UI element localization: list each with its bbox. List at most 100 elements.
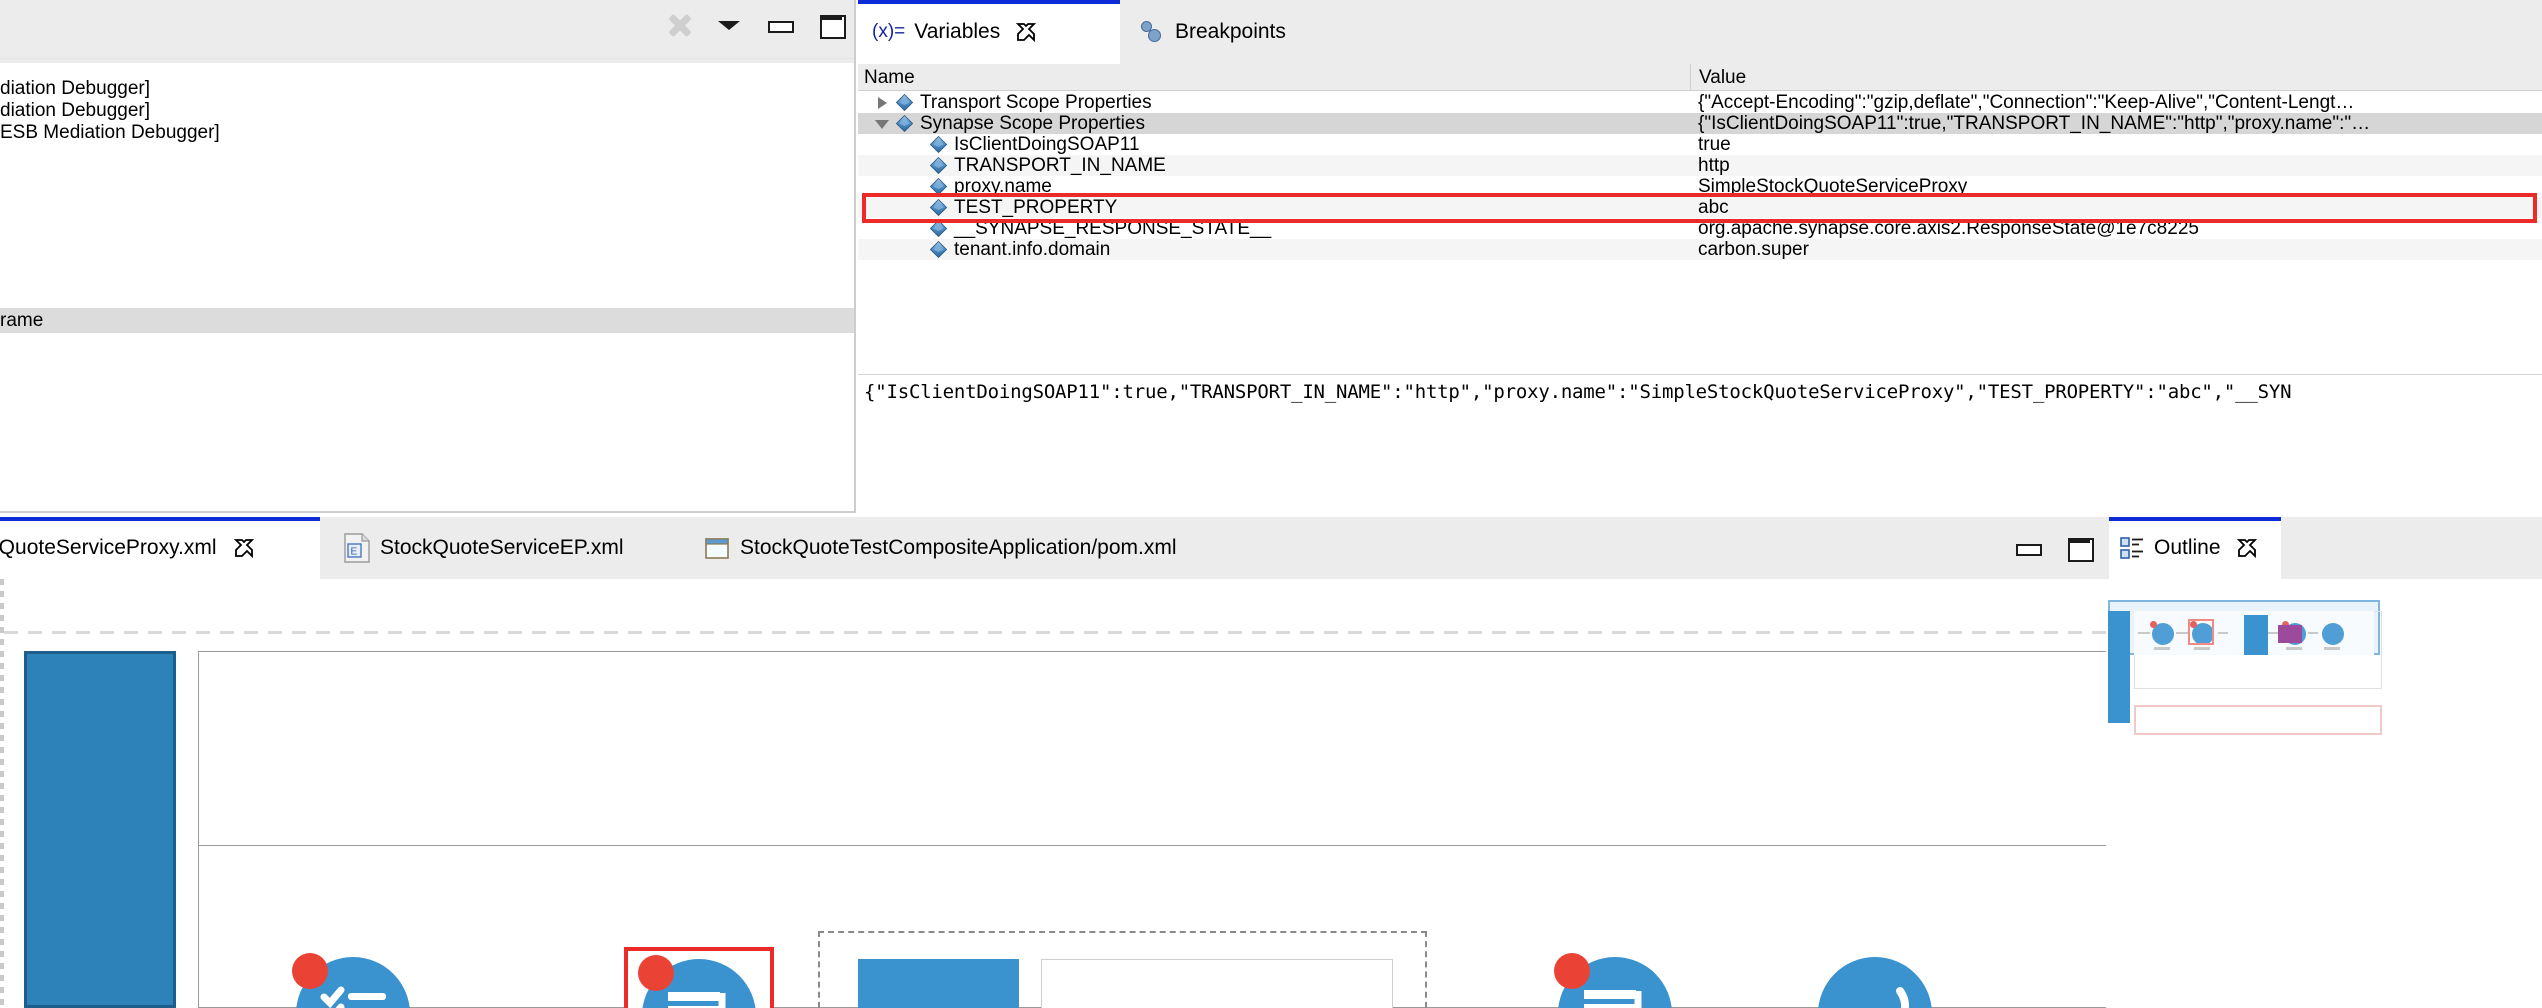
outline-call-block — [2244, 615, 2268, 655]
sequence-frame-divider — [198, 845, 2106, 846]
mediator-respond[interactable]: Respond respond back — [1800, 957, 1950, 1008]
variables-tabbar: (x)= Variables Breakpoints — [858, 0, 2542, 64]
variables-icon: (x)= — [872, 21, 906, 42]
outline-icon — [2119, 535, 2145, 561]
variable-value-cell[interactable]: {"Accept-Encoding":"gzip,deflate","Conne… — [1690, 92, 2542, 113]
chevron-right-icon[interactable] — [872, 92, 896, 113]
console-body[interactable]: diation Debugger] diation Debugger] ESB … — [0, 63, 856, 513]
variable-value-cell[interactable]: true — [1690, 134, 2542, 155]
table-row[interactable]: __SYNAPSE_RESPONSE_STATE__ org.apache.syn… — [858, 218, 2542, 239]
table-row[interactable]: TRANSPORT_IN_NAME http — [858, 155, 2542, 176]
variable-detail-text: {"IsClientDoingSOAP11":true,"TRANSPORT_I… — [864, 381, 2292, 403]
variable-gem-icon — [930, 220, 947, 237]
variable-detail-pane[interactable]: {"IsClientDoingSOAP11":true,"TRANSPORT_I… — [858, 374, 2542, 513]
table-row[interactable]: tenant.info.domain carbon.super — [858, 239, 2542, 260]
variable-name-cell[interactable]: tenant.info.domain — [858, 239, 1690, 260]
outline-view: Outline — [2106, 517, 2542, 1008]
tab-breakpoints-label: Breakpoints — [1175, 20, 1286, 43]
variable-value-cell[interactable]: http — [1690, 155, 2542, 176]
pom-file-icon — [704, 535, 730, 561]
outline-thumbnail[interactable] — [2106, 579, 2542, 1008]
variable-name-cell[interactable]: __SYNAPSE_RESPONSE_STATE__ — [858, 218, 1690, 239]
variable-value-cell[interactable]: SimpleStockQuoteServiceProxy — [1690, 176, 2542, 197]
column-header-value[interactable]: Value — [1690, 64, 2542, 91]
outline-tabbar: Outline — [2106, 517, 2542, 579]
divider — [854, 0, 856, 513]
console-line: diation Debugger] — [0, 78, 150, 99]
variable-value-cell[interactable]: org.apache.synapse.core.axis2.ResponseSt… — [1690, 218, 2542, 239]
editor-tab-proxy-label: ockQuoteServiceProxy.xml — [0, 536, 217, 559]
close-icon[interactable] — [233, 537, 255, 559]
editor-tab-proxy[interactable]: ockQuoteServiceProxy.xml — [0, 517, 320, 579]
variable-name-label: Synapse Scope Properties — [920, 113, 1145, 134]
variable-value-cell[interactable]: carbon.super — [1690, 239, 2542, 260]
variables-view: (x)= Variables Breakpoints Name Value Tr… — [858, 0, 2542, 513]
variable-name-cell[interactable]: Synapse Scope Properties — [858, 113, 1690, 134]
named-endpoint-box[interactable]: Named — [1041, 959, 1393, 1008]
console-line: ESB Mediation Debugger] — [0, 122, 220, 143]
close-icon[interactable] — [2236, 537, 2258, 559]
variable-name-cell[interactable]: Transport Scope Properties — [858, 92, 1690, 113]
breakpoint-icon[interactable] — [638, 955, 674, 991]
console-line: diation Debugger] — [0, 100, 150, 121]
tab-variables[interactable]: (x)= Variables — [858, 0, 1120, 64]
mediator-log-response[interactable]: Log log response — [1540, 953, 1690, 1008]
variable-name-cell[interactable]: TRANSPORT_IN_NAME — [858, 155, 1690, 176]
top-region: diation Debugger] diation Debugger] ESB … — [0, 0, 2542, 513]
disconnect-icon[interactable] — [664, 10, 694, 40]
maximize-icon[interactable] — [2064, 533, 2094, 563]
log-icon — [638, 955, 756, 1008]
variable-name-cell[interactable]: IsClientDoingSOAP11 — [858, 134, 1690, 155]
variable-name-cell[interactable]: TEST_PROPERTY — [858, 197, 1690, 218]
editor-tab-endpoint-label: StockQuoteServiceEP.xml — [380, 536, 624, 559]
breakpoint-icon[interactable] — [1554, 953, 1590, 989]
divider — [0, 58, 856, 59]
variable-value-cell[interactable]: {"IsClientDoingSOAP11":true,"TRANSPORT_I… — [1690, 113, 2542, 134]
console-view: diation Debugger] diation Debugger] ESB … — [0, 0, 856, 513]
minimize-icon[interactable] — [764, 10, 794, 40]
table-row[interactable]: IsClientDoingSOAP11 true — [858, 134, 2542, 155]
tab-outline-label: Outline — [2154, 536, 2221, 559]
chevron-down-icon[interactable] — [872, 113, 896, 134]
table-header: Name Value — [858, 64, 2542, 91]
editor-tab-pom[interactable]: StockQuoteTestCompositeApplication/pom.x… — [690, 517, 1250, 579]
tab-breakpoints[interactable]: Breakpoints — [1126, 0, 1376, 64]
column-header-name[interactable]: Name — [858, 64, 1690, 91]
view-menu-icon[interactable] — [716, 12, 742, 38]
mediator-log-payload[interactable]: Log log payload — [624, 947, 774, 1008]
table-row[interactable]: Synapse Scope Properties {"IsClientDoingS… — [858, 113, 2542, 134]
variable-gem-icon — [930, 241, 947, 258]
table-row[interactable]: Transport Scope Properties {"Accept-Encod… — [858, 92, 2542, 113]
minimize-icon[interactable] — [2012, 533, 2042, 563]
console-toolbar — [0, 0, 856, 63]
maximize-icon[interactable] — [816, 10, 846, 40]
mediator-property[interactable]: Property set symbol — [278, 953, 428, 1008]
tab-variables-label: Variables — [914, 20, 1001, 43]
close-icon[interactable] — [1015, 21, 1037, 43]
bottom-region: ockQuoteServiceProxy.xml E StockQ — [0, 517, 2542, 1008]
xml-file-icon: E — [344, 533, 370, 563]
in-sequence-block[interactable] — [24, 651, 176, 1008]
variable-name-label: proxy.name — [954, 176, 1052, 197]
tab-outline[interactable]: Outline — [2109, 517, 2281, 579]
editor-tab-endpoint[interactable]: E StockQuoteServiceEP.xml — [330, 517, 670, 579]
canvas-top-rail — [4, 631, 2106, 634]
table-row[interactable]: proxy.name SimpleStockQuoteServiceProxy — [858, 176, 2542, 197]
variable-name-cell[interactable]: proxy.name — [858, 176, 1690, 197]
table-row[interactable]: TEST_PROPERTY abc — [858, 197, 2542, 218]
breakpoint-icon[interactable] — [292, 953, 328, 989]
mediation-canvas[interactable]: Property set symbol — [0, 579, 2106, 1008]
canvas-left-rail — [0, 579, 4, 1008]
variable-gem-icon — [930, 199, 947, 216]
variable-name-label: tenant.info.domain — [954, 239, 1111, 260]
mediator-call[interactable]: Call — [858, 959, 1019, 1008]
outline-named-block — [2278, 625, 2302, 643]
variables-table: Name Value Transport Scope Properties {"A… — [858, 64, 2542, 374]
console-selected-line[interactable]: rame — [0, 308, 856, 333]
variable-value-cell[interactable]: abc — [1690, 197, 2542, 218]
